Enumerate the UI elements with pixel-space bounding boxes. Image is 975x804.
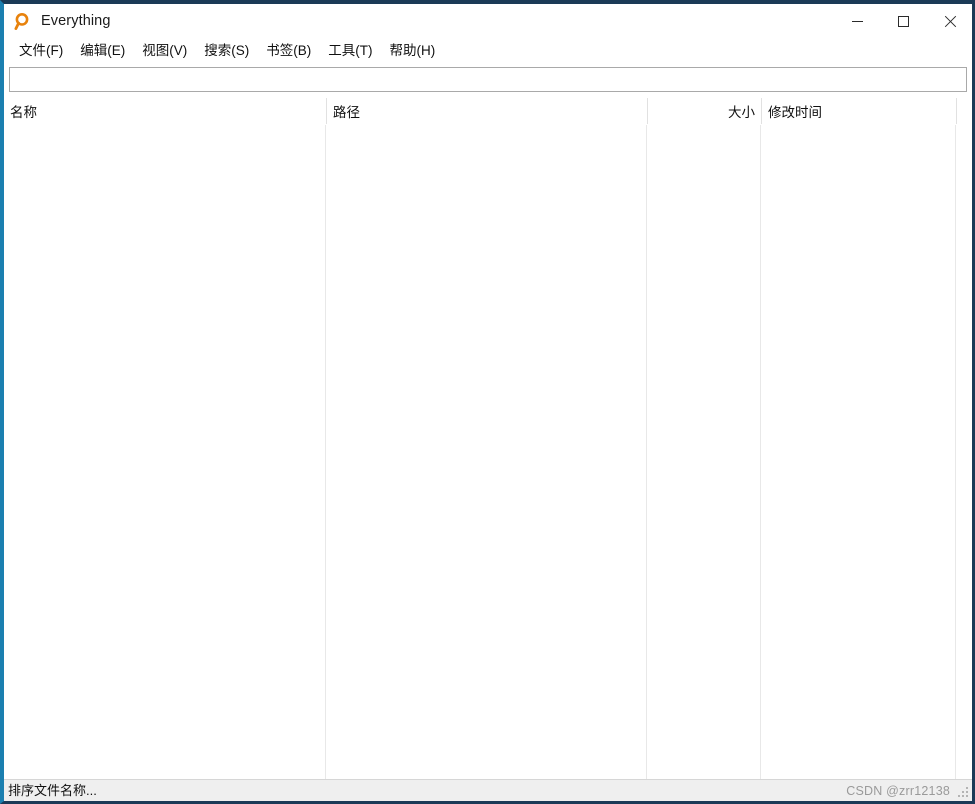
column-header-date-modified[interactable]: 修改时间 (761, 98, 956, 124)
column-header-path-label: 路径 (333, 101, 360, 121)
close-icon (943, 15, 956, 28)
results-header: 名称 路径 大小 修改时间 (4, 98, 972, 125)
menu-item-help[interactable]: 帮助(H) (383, 42, 443, 61)
menu-item-tools[interactable]: 工具(T) (321, 42, 379, 61)
column-divider-date-end[interactable] (955, 125, 956, 779)
magnifier-icon (12, 11, 34, 33)
search-bar (4, 64, 972, 98)
column-divider-name-path[interactable] (325, 125, 326, 779)
menu-item-view[interactable]: 视图(V) (135, 42, 194, 61)
column-divider-size-date[interactable] (760, 125, 761, 779)
resize-grip[interactable] (958, 787, 970, 799)
window-controls (834, 4, 972, 39)
maximize-icon (898, 16, 909, 27)
watermark-label: CSDN @zrr12138 (846, 780, 950, 802)
maximize-button[interactable] (880, 4, 926, 39)
column-header-date-modified-label: 修改时间 (768, 101, 822, 121)
close-button[interactable] (926, 4, 972, 39)
column-header-path[interactable]: 路径 (326, 98, 647, 124)
minimize-icon (852, 21, 863, 22)
minimize-button[interactable] (834, 4, 880, 39)
menu-item-file[interactable]: 文件(F) (12, 42, 70, 61)
column-header-size-label: 大小 (728, 101, 755, 121)
status-message: 排序文件名称... (8, 784, 97, 797)
column-header-size[interactable]: 大小 (647, 98, 761, 124)
column-header-name[interactable]: 名称 (4, 98, 326, 124)
status-bar: 排序文件名称... CSDN @zrr12138 (4, 779, 972, 801)
column-header-name-label: 名称 (10, 101, 37, 121)
menu-item-search[interactable]: 搜索(S) (197, 42, 256, 61)
everything-window: Everything 文件(F) 编辑(E) 视图(V) 搜索(S) 书签(B)… (0, 0, 975, 804)
window-title: Everything (41, 14, 111, 30)
results-list[interactable] (4, 125, 972, 779)
menu-item-bookmarks[interactable]: 书签(B) (259, 42, 318, 61)
menu-bar: 文件(F) 编辑(E) 视图(V) 搜索(S) 书签(B) 工具(T) 帮助(H… (4, 39, 972, 64)
column-header-filler (956, 98, 972, 124)
menu-item-edit[interactable]: 编辑(E) (73, 42, 132, 61)
search-input[interactable] (9, 67, 967, 92)
column-divider-path-size[interactable] (646, 125, 647, 779)
title-bar: Everything (4, 4, 972, 39)
